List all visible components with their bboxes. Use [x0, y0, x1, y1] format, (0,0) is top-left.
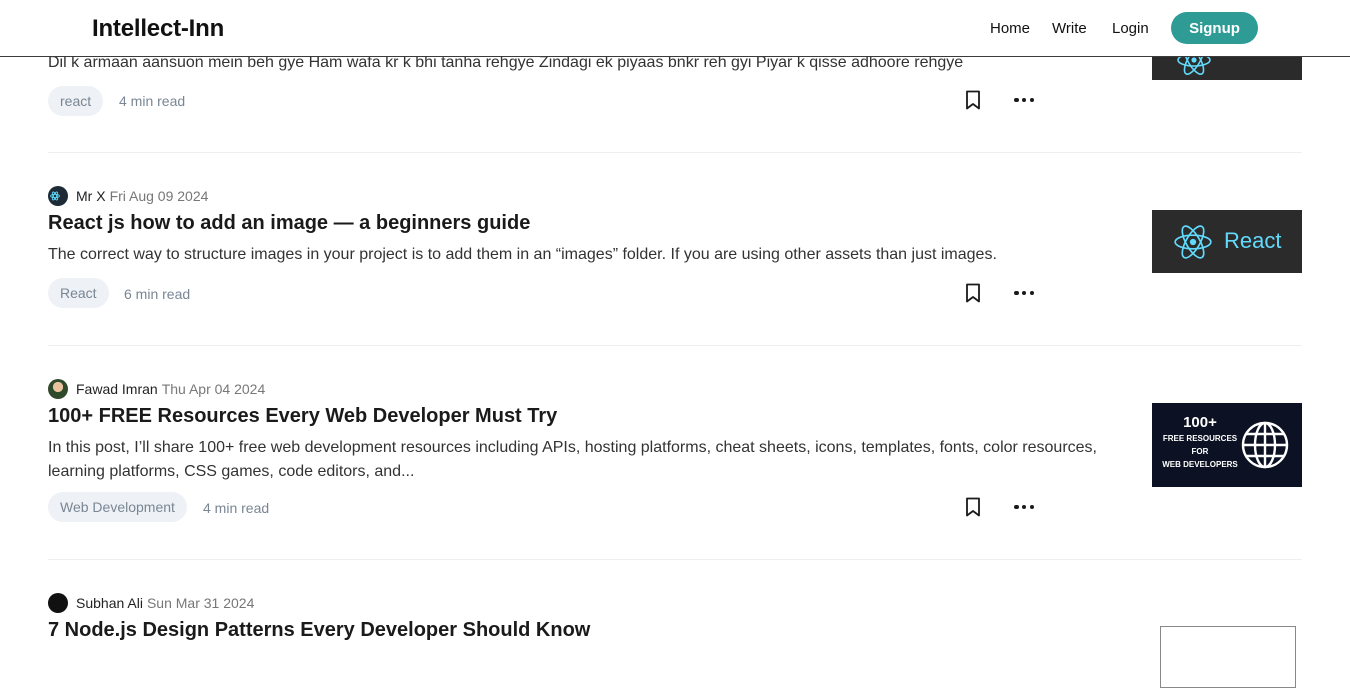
thumbnail-text: WEB DEVELOPERS	[1162, 460, 1238, 469]
read-time: 4 min read	[119, 93, 186, 109]
publish-date: Fri Aug 09 2024	[109, 188, 209, 204]
article-thumbnail[interactable]: 100+ FREE RESOURCES FOR WEB DEVELOPERS	[1152, 403, 1302, 487]
thumbnail-text: React	[1224, 228, 1282, 253]
article-tag[interactable]: react	[48, 86, 104, 116]
article-title[interactable]: 100+ FREE Resources Every Web Developer …	[48, 405, 557, 428]
more-icon[interactable]	[1014, 290, 1034, 296]
avatar[interactable]	[48, 593, 68, 613]
article-tag[interactable]: Web Development	[48, 492, 187, 522]
bookmark-icon[interactable]	[965, 90, 981, 110]
article-excerpt: In this post, I’ll share 100+ free web d…	[48, 439, 1097, 480]
globe-icon	[1241, 421, 1289, 469]
article-card[interactable]: Mr X Fri Aug 09 2024 React js how to add…	[48, 153, 1302, 346]
article-excerpt: The correct way to structure images in y…	[48, 246, 997, 263]
react-logo-icon	[1174, 225, 1212, 259]
read-time: 6 min read	[124, 286, 191, 302]
article-thumbnail[interactable]: React	[1152, 210, 1302, 273]
article-tag[interactable]: React	[48, 278, 109, 308]
article-title[interactable]: 7 Node.js Design Patterns Every Develope…	[48, 619, 590, 642]
signup-button[interactable]: Signup	[1171, 12, 1258, 44]
article-title[interactable]: React js how to add an image — a beginne…	[48, 212, 530, 235]
more-icon[interactable]	[1014, 97, 1034, 103]
thumbnail-text: FREE RESOURCES	[1162, 434, 1238, 443]
thumbnail-text: FOR	[1191, 447, 1209, 456]
read-time: 4 min read	[203, 500, 270, 516]
nav-home-link[interactable]: Home	[990, 20, 1030, 37]
avatar[interactable]	[48, 186, 68, 206]
nav-login-link[interactable]: Login	[1112, 20, 1149, 37]
article-meta: Subhan Ali Sun Mar 31 2024	[48, 593, 254, 613]
thumbnail-text: 100+	[1183, 414, 1217, 431]
author-name[interactable]: Fawad Imran	[76, 381, 158, 397]
article-card[interactable]: Subhan Ali Sun Mar 31 2024 7 Node.js Des…	[48, 560, 1302, 688]
article-card[interactable]: Fawad Imran Thu Apr 04 2024 100+ FREE Re…	[48, 346, 1302, 560]
article-feed: Dil k armaan aansuon mein beh gye Ham wa…	[0, 0, 1350, 688]
avatar[interactable]	[48, 379, 68, 399]
nav-write-link[interactable]: Write	[1052, 20, 1087, 37]
article-meta: Fawad Imran Thu Apr 04 2024	[48, 379, 265, 399]
author-name[interactable]: Subhan Ali	[76, 595, 143, 611]
bookmark-icon[interactable]	[965, 283, 981, 303]
site-logo[interactable]: Intellect-Inn	[92, 15, 224, 43]
bookmark-icon[interactable]	[965, 497, 981, 517]
article-meta: Mr X Fri Aug 09 2024	[48, 186, 208, 206]
publish-date: Sun Mar 31 2024	[146, 595, 255, 611]
article-thumbnail[interactable]	[1160, 626, 1296, 688]
top-navbar: Intellect-Inn Home Write Login Signup	[0, 0, 1350, 57]
publish-date: Thu Apr 04 2024	[161, 381, 266, 397]
more-icon[interactable]	[1014, 504, 1034, 510]
author-name[interactable]: Mr X	[76, 188, 106, 204]
